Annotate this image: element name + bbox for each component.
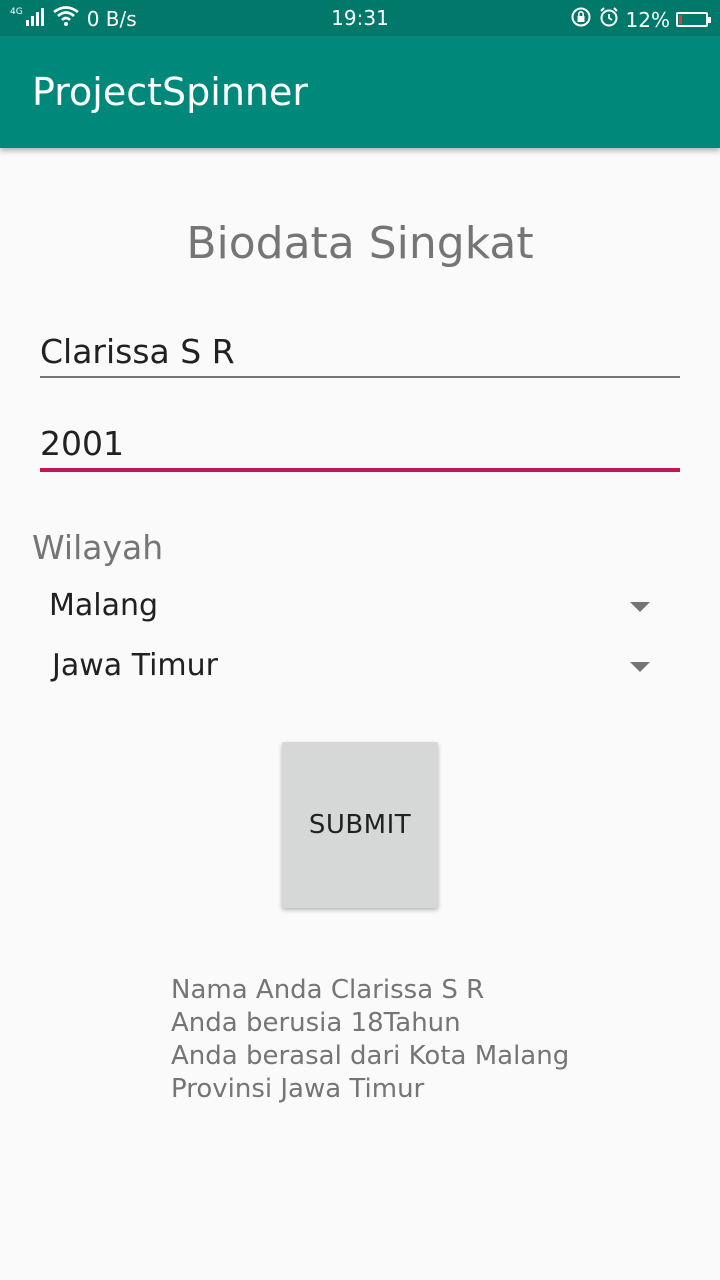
result-text: Nama Anda Clarissa S R Anda berusia 18Ta… — [171, 974, 569, 1106]
result-line-age: Anda berusia 18Tahun — [171, 1008, 461, 1038]
form-title: Biodata Singkat — [186, 218, 534, 269]
submit-button[interactable]: SUBMIT — [282, 742, 438, 908]
battery-level — [679, 15, 682, 24]
name-field-underline — [40, 376, 680, 378]
app-title: ProjectSpinner — [32, 70, 308, 114]
name-field[interactable]: Clarissa S R — [40, 332, 680, 380]
app-bar: ProjectSpinner — [0, 36, 720, 148]
kota-spinner[interactable]: Malang — [40, 582, 660, 634]
birth-year-field[interactable]: 2001 — [40, 424, 680, 472]
dropdown-arrow-icon[interactable] — [630, 662, 650, 672]
birth-year-field-value[interactable]: 2001 — [40, 424, 124, 463]
battery-icon — [676, 12, 711, 27]
result-line-province: Provinsi Jawa Timur — [171, 1074, 425, 1104]
status-right: 12% — [570, 6, 711, 33]
provinsi-spinner-value[interactable]: Jawa Timur — [52, 648, 218, 683]
status-bar: 4G 0 B/s 19:31 12% — [0, 0, 720, 36]
alarm-icon — [598, 6, 620, 33]
result-line-city: Anda berasal dari Kota Malang — [171, 1041, 570, 1071]
rotation-lock-icon — [570, 6, 592, 33]
region-label: Wilayah — [32, 528, 164, 567]
birth-year-field-underline — [40, 468, 680, 472]
kota-spinner-value[interactable]: Malang — [49, 588, 158, 623]
battery-percent: 12% — [625, 7, 670, 32]
dropdown-arrow-icon[interactable] — [630, 602, 650, 612]
provinsi-spinner[interactable]: Jawa Timur — [40, 642, 660, 694]
result-line-name: Nama Anda Clarissa S R — [171, 975, 485, 1005]
name-field-value[interactable]: Clarissa S R — [40, 332, 235, 371]
